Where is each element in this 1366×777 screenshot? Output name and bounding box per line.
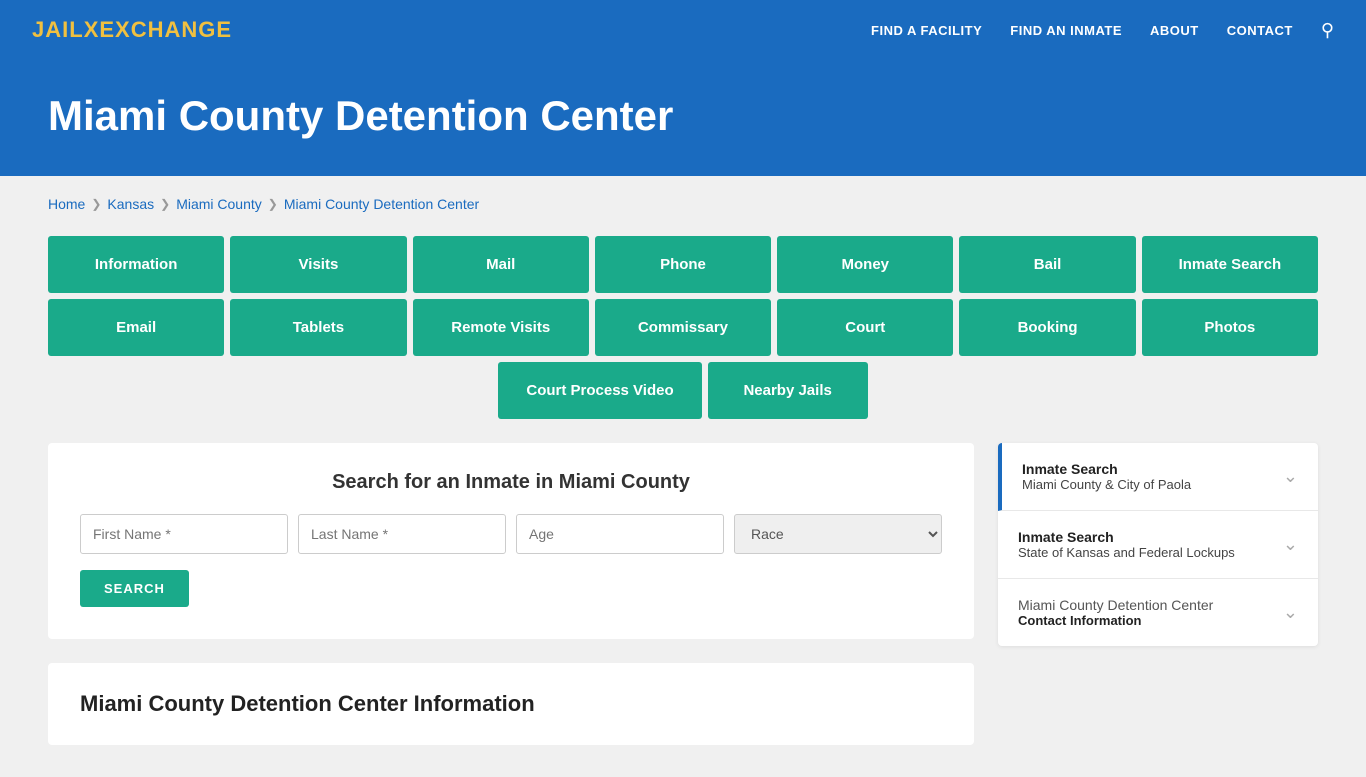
last-name-input[interactable]: [298, 514, 506, 554]
nav-links: FIND A FACILITY FIND AN INMATE ABOUT CON…: [871, 20, 1334, 41]
breadcrumb: Home ❯ Kansas ❯ Miami County ❯ Miami Cou…: [48, 196, 1318, 212]
breadcrumb-current: Miami County Detention Center: [284, 196, 479, 212]
search-fields: Race: [80, 514, 942, 554]
sidebar-item-inmate-search-miami[interactable]: Inmate Search Miami County & City of Pao…: [998, 443, 1318, 511]
hero-section: Miami County Detention Center: [0, 60, 1366, 176]
nav-contact[interactable]: CONTACT: [1227, 23, 1293, 38]
chevron-icon-3: ⌄: [1283, 602, 1298, 623]
sidebar-label-2-main: Inmate Search: [1018, 529, 1235, 545]
breadcrumb-sep-2: ❯: [160, 197, 170, 211]
breadcrumb-kansas[interactable]: Kansas: [107, 196, 154, 212]
logo-exchange: EXCHANGE: [99, 17, 232, 42]
search-button[interactable]: SEARCH: [80, 570, 189, 607]
sidebar-label-1-main: Inmate Search: [1022, 461, 1191, 477]
btn-court-process-video[interactable]: Court Process Video: [498, 362, 701, 419]
button-grid-row3: Court Process Video Nearby Jails: [48, 362, 1318, 419]
chevron-icon-2: ⌄: [1283, 534, 1298, 555]
button-grid-row1: Information Visits Mail Phone Money Bail…: [48, 236, 1318, 293]
site-logo: JAILXEXCHANGE: [32, 17, 232, 43]
first-name-input[interactable]: [80, 514, 288, 554]
search-title: Search for an Inmate in Miami County: [80, 471, 942, 494]
navbar: JAILXEXCHANGE FIND A FACILITY FIND AN IN…: [0, 0, 1366, 60]
btn-mail[interactable]: Mail: [413, 236, 589, 293]
search-icon[interactable]: ⚲: [1321, 20, 1334, 41]
btn-booking[interactable]: Booking: [959, 299, 1135, 356]
nav-about[interactable]: ABOUT: [1150, 23, 1199, 38]
button-grid-row2: Email Tablets Remote Visits Commissary C…: [48, 299, 1318, 356]
btn-visits[interactable]: Visits: [230, 236, 406, 293]
btn-court[interactable]: Court: [777, 299, 953, 356]
right-sidebar: Inmate Search Miami County & City of Pao…: [998, 443, 1318, 646]
btn-nearby-jails[interactable]: Nearby Jails: [708, 362, 868, 419]
logo-jail: JAIL: [32, 17, 84, 42]
chevron-icon-1: ⌄: [1283, 466, 1298, 487]
left-column: Search for an Inmate in Miami County Rac…: [48, 443, 974, 745]
main-columns: Search for an Inmate in Miami County Rac…: [48, 443, 1318, 745]
race-select[interactable]: Race: [734, 514, 942, 554]
btn-money[interactable]: Money: [777, 236, 953, 293]
breadcrumb-sep-3: ❯: [268, 197, 278, 211]
sidebar-label-2-sub: State of Kansas and Federal Lockups: [1018, 545, 1235, 560]
breadcrumb-home[interactable]: Home: [48, 196, 85, 212]
inmate-search-box: Search for an Inmate in Miami County Rac…: [48, 443, 974, 639]
btn-bail[interactable]: Bail: [959, 236, 1135, 293]
sidebar-label-3-sub: Contact Information: [1018, 613, 1213, 628]
logo-x: X: [84, 17, 100, 42]
sidebar-item-contact-info[interactable]: Miami County Detention Center Contact In…: [998, 579, 1318, 646]
btn-commissary[interactable]: Commissary: [595, 299, 771, 356]
btn-tablets[interactable]: Tablets: [230, 299, 406, 356]
nav-find-facility[interactable]: FIND A FACILITY: [871, 23, 982, 38]
sidebar-card: Inmate Search Miami County & City of Pao…: [998, 443, 1318, 646]
btn-phone[interactable]: Phone: [595, 236, 771, 293]
btn-information[interactable]: Information: [48, 236, 224, 293]
content-area: Home ❯ Kansas ❯ Miami County ❯ Miami Cou…: [0, 176, 1366, 777]
info-section: Miami County Detention Center Informatio…: [48, 663, 974, 745]
age-input[interactable]: [516, 514, 724, 554]
btn-email[interactable]: Email: [48, 299, 224, 356]
nav-find-inmate[interactable]: FIND AN INMATE: [1010, 23, 1122, 38]
sidebar-label-1-sub: Miami County & City of Paola: [1022, 477, 1191, 492]
btn-photos[interactable]: Photos: [1142, 299, 1318, 356]
breadcrumb-miami-county[interactable]: Miami County: [176, 196, 262, 212]
page-title: Miami County Detention Center: [48, 92, 1318, 140]
btn-inmate-search[interactable]: Inmate Search: [1142, 236, 1318, 293]
sidebar-label-3-main: Miami County Detention Center: [1018, 597, 1213, 613]
breadcrumb-sep-1: ❯: [91, 197, 101, 211]
btn-remote-visits[interactable]: Remote Visits: [413, 299, 589, 356]
sidebar-item-inmate-search-kansas[interactable]: Inmate Search State of Kansas and Federa…: [998, 511, 1318, 579]
info-title: Miami County Detention Center Informatio…: [80, 691, 942, 717]
